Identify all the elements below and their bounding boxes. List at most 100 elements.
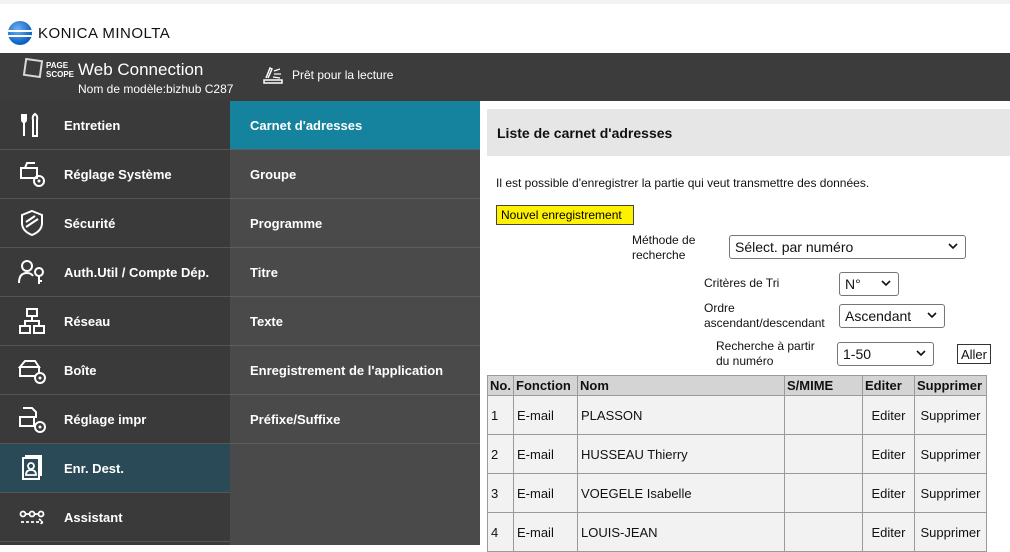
page-title: Liste de carnet d'adresses	[487, 109, 1010, 156]
nav-label: Réglage impr	[64, 411, 147, 427]
printer-settings-icon	[19, 407, 46, 433]
nav-label: Réseau	[64, 313, 111, 329]
cell-no: 3	[487, 473, 514, 513]
nav-item-print-settings[interactable]: Réglage impr	[0, 395, 230, 444]
nav-label: Boîte	[64, 362, 97, 378]
app-header: PAGE SCOPE Web Connection Nom de modèle:b…	[0, 53, 1010, 101]
primary-nav: Entretien Réglage Système Sécurité Auth.…	[0, 101, 230, 545]
edit-button[interactable]: Editer	[872, 408, 906, 423]
sort-criteria-select[interactable]: N°	[839, 272, 899, 296]
cell-no: 4	[487, 512, 514, 552]
column-header-edit: Editer	[862, 375, 915, 396]
nav-item-security[interactable]: Sécurité	[0, 199, 230, 248]
order-select[interactable]: Ascendant	[839, 304, 945, 328]
cell-function: E-mail	[513, 434, 578, 474]
nav-item-box[interactable]: Boîte	[0, 346, 230, 395]
delete-button[interactable]: Supprimer	[921, 447, 981, 462]
secondary-nav: Carnet d'adresses Groupe Programme Titre…	[230, 101, 480, 545]
chevron-down-icon	[916, 350, 926, 357]
chevron-down-icon	[881, 280, 891, 287]
model-name: Nom de modèle:bizhub C287	[78, 82, 234, 96]
search-method-value: Sélect. par numéro	[735, 239, 854, 255]
order-value: Ascendant	[845, 308, 912, 324]
intro-text: Il est possible d'enregistrer la partie …	[496, 176, 870, 190]
cell-smime	[784, 512, 863, 552]
new-entry-button[interactable]: Nouvel enregistrement	[496, 205, 634, 225]
edit-button[interactable]: Editer	[872, 447, 906, 462]
status-indicator: Prêt pour la lecture	[262, 66, 393, 84]
network-icon	[19, 308, 45, 334]
cell-name: HUSSEAU Thierry	[577, 434, 785, 474]
search-from-label: Recherche à partir du numéro	[716, 339, 815, 369]
cell-name: PLASSON	[577, 395, 785, 435]
column-header-delete: Supprimer	[914, 375, 987, 396]
edit-button[interactable]: Editer	[872, 486, 906, 501]
subnav-item-program[interactable]: Programme	[230, 199, 480, 248]
nav-label: Auth.Util / Compte Dép.	[64, 264, 210, 280]
nav-label: Enr. Dest.	[64, 460, 124, 476]
box-icon	[17, 360, 46, 384]
nav-item-maintenance[interactable]: Entretien	[0, 101, 230, 150]
subnav-item-address-book[interactable]: Carnet d'adresses	[230, 101, 480, 150]
nav-label: Entretien	[64, 117, 121, 133]
nav-item-destination[interactable]: Enr. Dest.	[0, 444, 230, 493]
subnav-item-prefix-suffix[interactable]: Préfixe/Suffixe	[230, 395, 480, 444]
nav-item-network[interactable]: Réseau	[0, 297, 230, 346]
table-row: 1 E-mail PLASSON Editer Supprimer	[487, 395, 987, 435]
brand-name: KONICA MINOLTA	[38, 24, 171, 42]
subnav-item-title[interactable]: Titre	[230, 248, 480, 297]
wizard-icon	[19, 510, 45, 526]
table-row: 3 E-mail VOEGELE Isabelle Editer Supprim…	[487, 473, 987, 513]
cell-smime	[784, 395, 863, 435]
subnav-item-group[interactable]: Groupe	[230, 150, 480, 199]
scanner-ready-icon	[263, 66, 283, 84]
pagescope-mark-icon	[22, 57, 44, 79]
sort-criteria-value: N°	[845, 276, 861, 292]
order-label: Ordre ascendant/descendant	[704, 301, 825, 331]
cell-no: 1	[487, 395, 514, 435]
search-method-select[interactable]: Sélect. par numéro	[729, 235, 966, 259]
nav-item-user-auth[interactable]: Auth.Util / Compte Dép.	[0, 248, 230, 297]
chevron-down-icon	[927, 312, 937, 319]
cell-no: 2	[487, 434, 514, 474]
search-from-label-line2: du numéro	[716, 354, 774, 368]
nav-label: Assistant	[64, 509, 123, 525]
delete-button[interactable]: Supprimer	[921, 486, 981, 501]
nav-label: Sécurité	[64, 215, 116, 231]
logo-line-1: PAGE	[46, 61, 69, 70]
pagescope-logo: PAGE SCOPE	[22, 57, 75, 81]
search-from-label-line1: Recherche à partir	[716, 339, 815, 353]
search-method-label-line1: Méthode de	[632, 233, 696, 247]
delete-button[interactable]: Supprimer	[921, 525, 981, 540]
cell-function: E-mail	[513, 473, 578, 513]
sort-criteria-label: Critères de Tri	[704, 276, 780, 290]
search-from-select[interactable]: 1-50	[837, 342, 934, 366]
nav-item-system-settings[interactable]: Réglage Système	[0, 150, 230, 199]
order-label-line1: Ordre	[704, 301, 735, 315]
logo-line-2: SCOPE	[46, 70, 75, 79]
shield-icon	[21, 209, 43, 237]
subnav-item-text[interactable]: Texte	[230, 297, 480, 346]
nav-item-wizard[interactable]: Assistant	[0, 493, 230, 542]
table-row: 4 E-mail LOUIS-JEAN Editer Supprimer	[487, 512, 987, 552]
globe-icon	[8, 21, 32, 45]
cell-function: E-mail	[513, 395, 578, 435]
cell-function: E-mail	[513, 512, 578, 552]
cell-name: VOEGELE Isabelle	[577, 473, 785, 513]
table-row: 2 E-mail HUSSEAU Thierry Editer Supprime…	[487, 434, 987, 474]
system-settings-icon	[20, 162, 45, 187]
search-from-value: 1-50	[843, 346, 872, 362]
address-book-icon	[22, 455, 42, 480]
column-header-name: Nom	[577, 375, 785, 396]
edit-button[interactable]: Editer	[872, 525, 906, 540]
cell-smime	[784, 434, 863, 474]
subnav-item-app-registration[interactable]: Enregistrement de l'application	[230, 346, 480, 395]
cell-smime	[784, 473, 863, 513]
column-header-function: Fonction	[513, 375, 578, 396]
go-button[interactable]: Aller	[957, 344, 991, 364]
column-header-no: No.	[487, 375, 514, 396]
cell-name: LOUIS-JEAN	[577, 512, 785, 552]
delete-button[interactable]: Supprimer	[921, 408, 981, 423]
app-title: Web Connection	[78, 60, 204, 79]
wrench-icon	[21, 112, 39, 137]
